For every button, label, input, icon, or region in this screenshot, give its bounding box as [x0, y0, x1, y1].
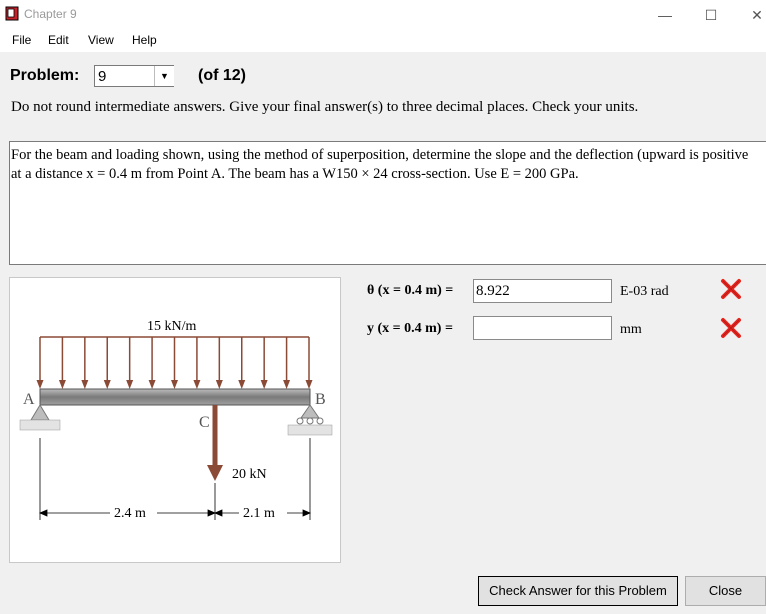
deflection-label: y (x = 0.4 m) =: [367, 321, 453, 336]
force-label: 20 kN: [232, 467, 267, 482]
theta-input[interactable]: 8.922: [473, 279, 612, 303]
point-c-label: C: [199, 414, 210, 431]
check-answer-button[interactable]: Check Answer for this Problem: [478, 576, 678, 606]
figure-panel: 15 kN/m A B C 20 kN 2.4 m 2.1 m: [9, 277, 341, 563]
menu-help[interactable]: Help: [132, 33, 157, 47]
roller-support-b: [287, 404, 333, 436]
menu-file[interactable]: File: [12, 33, 31, 47]
app-book-icon: [5, 6, 19, 21]
distributed-load: [36, 336, 313, 389]
chevron-down-icon[interactable]: ▼: [154, 66, 174, 86]
pin-support-a: [19, 404, 61, 431]
deflection-unit: mm: [620, 322, 642, 337]
incorrect-x-icon: [721, 279, 741, 299]
load-arrow-head: [193, 380, 201, 389]
load-label: 15 kN/m: [147, 319, 197, 334]
problem-select[interactable]: 9 ▼: [94, 65, 174, 87]
theta-unit: E-03 rad: [620, 284, 669, 299]
problem-statement-line-2: at a distance x = 0.4 m from Point A. Th…: [11, 166, 579, 182]
menu-edit[interactable]: Edit: [48, 33, 69, 47]
maximize-button[interactable]: ☐: [688, 0, 734, 30]
problem-select-value: 9: [98, 68, 107, 85]
load-arrow-head: [58, 380, 66, 389]
load-arrow-head: [283, 380, 291, 389]
instructions-text: Do not round intermediate answers. Give …: [11, 99, 639, 115]
load-arrow-head: [260, 380, 268, 389]
load-arrow-head: [81, 380, 89, 389]
load-arrow-head: [36, 380, 44, 389]
close-window-button[interactable]: ✕: [734, 0, 766, 30]
load-arrow-head: [238, 380, 246, 389]
load-arrow-head: [171, 380, 178, 389]
load-arrow-head: [103, 380, 111, 389]
point-a-label: A: [23, 391, 35, 408]
load-arrow-head: [148, 380, 156, 389]
problem-count: (of 12): [198, 67, 246, 84]
point-b-label: B: [315, 391, 326, 408]
problem-statement-line-1: For the beam and loading shown, using th…: [11, 147, 749, 163]
theta-label: θ (x = 0.4 m) =: [367, 283, 454, 298]
incorrect-x-icon: [721, 318, 741, 338]
menu-bar: [0, 30, 766, 52]
problem-label: Problem:: [10, 67, 80, 84]
load-arrow-head: [215, 380, 223, 389]
deflection-input[interactable]: [473, 316, 612, 340]
window-title: Chapter 9: [24, 7, 77, 21]
minimize-button[interactable]: —: [642, 0, 688, 30]
problem-statement-box[interactable]: For the beam and loading shown, using th…: [9, 141, 766, 265]
load-arrow-head: [126, 380, 134, 389]
load-arrow-head: [305, 380, 313, 389]
dim-left-label: 2.4 m: [114, 506, 146, 521]
menu-view[interactable]: View: [88, 33, 114, 47]
beam: [39, 388, 311, 406]
close-button[interactable]: Close: [685, 576, 766, 606]
dim-right-label: 2.1 m: [243, 506, 275, 521]
beam-diagram: 15 kN/m A B C 20 kN 2.4 m 2.1 m: [19, 319, 333, 521]
